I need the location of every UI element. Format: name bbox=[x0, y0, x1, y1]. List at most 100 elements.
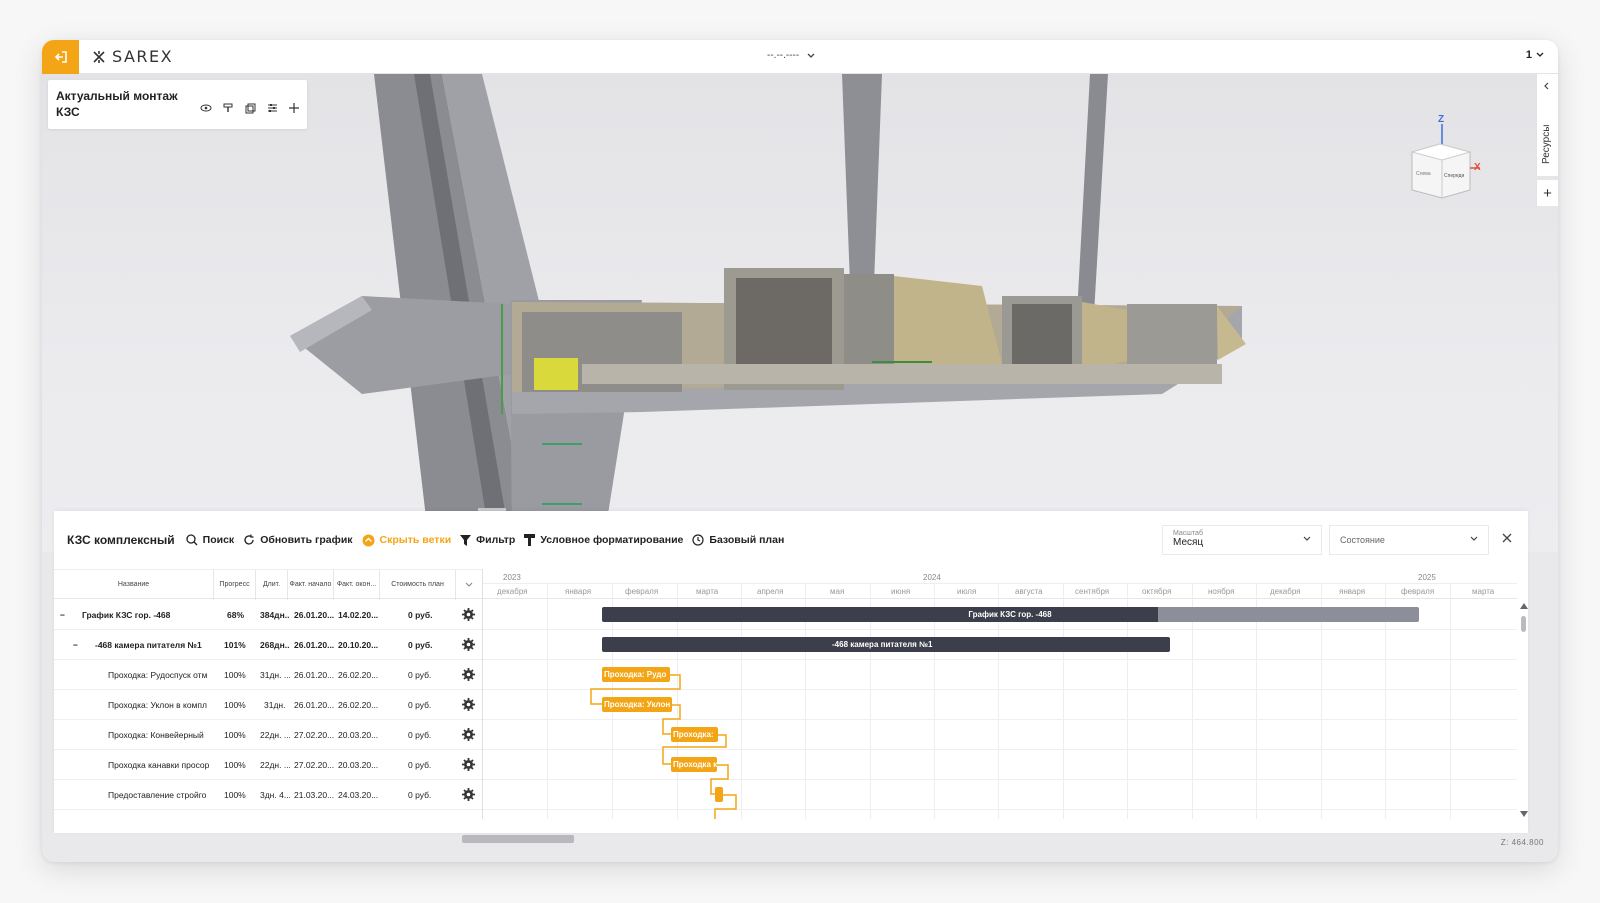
collapse-icon bbox=[362, 534, 375, 546]
top-bar: SAREX --.--.---- 1 bbox=[42, 40, 1558, 74]
resources-panel[interactable]: Ресурсы bbox=[1536, 74, 1558, 176]
gantt-bar-task[interactable]: Проходка: bbox=[671, 727, 718, 742]
paint-roller-icon bbox=[524, 534, 536, 546]
column-cost-plan[interactable]: Стоимость план bbox=[380, 570, 456, 600]
z-coordinate: Z: 464.800 bbox=[1500, 838, 1544, 847]
gantt-chart[interactable]: 2023 2024 2025 декабря января февраля ма… bbox=[482, 569, 1517, 819]
table-row[interactable]: Проходка канавки просор 100% 22дн. ... 2… bbox=[54, 750, 482, 780]
eye-icon[interactable] bbox=[198, 100, 214, 116]
exit-button[interactable] bbox=[42, 40, 79, 74]
row-name: -468 камера питателя №1 bbox=[95, 640, 202, 650]
settings-sliders-icon[interactable] bbox=[264, 100, 280, 116]
gantt-bar-task[interactable]: Проходка к bbox=[671, 757, 717, 772]
row-end: 24.03.20... bbox=[338, 790, 379, 800]
row-start: 27.02.20... bbox=[294, 760, 335, 770]
gear-icon[interactable] bbox=[462, 608, 475, 621]
row-start: 27.02.20... bbox=[294, 730, 335, 740]
filter-button[interactable]: Фильтр bbox=[460, 534, 515, 546]
gantt-bar-summary[interactable]: -468 камера питателя №1 bbox=[602, 637, 1170, 652]
row-cost: 0 руб. bbox=[408, 700, 432, 710]
column-actual-start[interactable]: Факт. начало bbox=[288, 570, 334, 600]
layers-icon[interactable] bbox=[242, 100, 258, 116]
brush-icon[interactable] bbox=[220, 100, 236, 116]
gear-icon[interactable] bbox=[462, 788, 475, 801]
table-row[interactable]: − -468 камера питателя №1 101% 268дн... … bbox=[54, 630, 482, 660]
row-duration: 31дн. bbox=[264, 700, 286, 710]
row-duration: 3дн. 4... bbox=[260, 790, 290, 800]
month-label: апреля bbox=[757, 587, 784, 596]
column-name[interactable]: Название bbox=[54, 570, 214, 600]
hide-branches-button[interactable]: Скрыть ветки bbox=[362, 534, 451, 547]
table-row[interactable]: Предоставление стройго 100% 3дн. 4... 21… bbox=[54, 780, 482, 810]
cube-face-left: Слева bbox=[1416, 171, 1431, 177]
scroll-down-icon[interactable] bbox=[1520, 811, 1528, 817]
row-name: Проходка: Уклон в компл bbox=[108, 700, 207, 710]
page-value: 1 bbox=[1525, 49, 1532, 61]
collapse-toggle[interactable]: − bbox=[60, 600, 70, 630]
horizontal-scrollbar[interactable] bbox=[462, 835, 574, 843]
row-progress: 100% bbox=[224, 790, 246, 800]
conditional-formatting-button[interactable]: Условное форматирование bbox=[524, 534, 683, 546]
search-button[interactable]: Поиск bbox=[186, 534, 234, 546]
gantt-bar-task[interactable]: Проходка: Рудо bbox=[602, 667, 670, 682]
page-selector[interactable]: 1 bbox=[1526, 49, 1544, 61]
3d-model-render[interactable] bbox=[42, 74, 1558, 552]
row-start: 26.01.20... bbox=[294, 640, 335, 650]
logo-icon bbox=[93, 50, 105, 63]
gantt-bar-label: График КЗС гор. -468 bbox=[968, 610, 1052, 619]
gear-icon[interactable] bbox=[462, 668, 475, 681]
table-row[interactable]: Проходка: Уклон в компл 100% 31дн. 26.01… bbox=[54, 690, 482, 720]
gantt-bar-label: Проходка к bbox=[673, 760, 717, 769]
scrollbar-thumb[interactable] bbox=[1521, 616, 1526, 632]
refresh-schedule-button[interactable]: Обновить график bbox=[243, 534, 353, 546]
month-label: октября bbox=[1142, 587, 1172, 596]
row-end: 14.02.20... bbox=[338, 610, 379, 620]
gantt-bar-summary[interactable]: График КЗС гор. -468 bbox=[602, 607, 1158, 622]
gear-icon[interactable] bbox=[462, 698, 475, 711]
close-icon[interactable] bbox=[1502, 533, 1512, 543]
state-select[interactable]: Состояние bbox=[1329, 525, 1489, 555]
table-header: Название Прогресс Длит. Факт. начало Фак… bbox=[54, 569, 482, 600]
row-cost: 0 руб. bbox=[408, 790, 432, 800]
conditional-formatting-label: Условное форматирование bbox=[540, 534, 684, 546]
gantt-bar-task[interactable]: Проходка: Уклон bbox=[602, 697, 672, 712]
table-row[interactable]: Проходка: Рудоспуск отм 100% 31дн. ... 2… bbox=[54, 660, 482, 690]
gear-icon[interactable] bbox=[462, 758, 475, 771]
plus-icon[interactable] bbox=[286, 100, 302, 116]
view-cube[interactable]: Z X Слева Спереди bbox=[1404, 114, 1484, 209]
month-label: марта bbox=[1472, 587, 1495, 596]
column-progress[interactable]: Прогресс bbox=[214, 570, 256, 600]
table-row[interactable]: Проходка: Конвейерный 100% 22дн. ... 27.… bbox=[54, 720, 482, 750]
scale-value: Месяц bbox=[1173, 537, 1204, 548]
gantt-bar-remaining[interactable] bbox=[1155, 607, 1419, 622]
month-label: февраля bbox=[1401, 587, 1435, 596]
row-name: График КЗС гор. -468 bbox=[82, 610, 171, 620]
month-label: марта bbox=[696, 587, 719, 596]
collapse-toggle[interactable]: − bbox=[73, 630, 83, 660]
table-row[interactable]: − График КЗС гор. -468 68% 384дн... 26.0… bbox=[54, 600, 482, 630]
gear-icon[interactable] bbox=[462, 728, 475, 741]
columns-menu[interactable] bbox=[456, 570, 482, 600]
column-duration[interactable]: Длит. bbox=[256, 570, 288, 600]
row-cost: 0 руб. bbox=[408, 610, 433, 620]
scroll-up-icon[interactable] bbox=[1520, 603, 1528, 609]
logo: SAREX bbox=[92, 47, 173, 66]
scale-select[interactable]: Масштаб Месяц bbox=[1162, 525, 1322, 555]
row-end: 20.03.20... bbox=[338, 760, 379, 770]
gantt-bar-label: -468 камера питателя №1 bbox=[832, 640, 933, 649]
baseline-button[interactable]: Базовый план bbox=[692, 534, 784, 546]
chevron-left-icon[interactable] bbox=[1543, 82, 1551, 90]
3d-viewport[interactable]: Актуальный монтаж КЗС Ресурсы + Z X Слев… bbox=[42, 74, 1558, 552]
gear-icon[interactable] bbox=[462, 638, 475, 651]
column-actual-end[interactable]: Факт. окон... bbox=[334, 570, 380, 600]
month-label: ноября bbox=[1208, 587, 1235, 596]
plus-icon: + bbox=[1543, 184, 1552, 202]
add-resource-button[interactable]: + bbox=[1536, 180, 1558, 206]
baseline-label: Базовый план bbox=[709, 534, 785, 546]
gantt-bar-task[interactable] bbox=[715, 787, 723, 802]
model-title: Актуальный монтаж КЗС bbox=[56, 89, 178, 119]
row-progress: 100% bbox=[224, 670, 246, 680]
date-selector[interactable]: --.--.---- bbox=[767, 50, 815, 61]
gantt-bar-label: Проходка: bbox=[673, 730, 714, 739]
vertical-scrollbar[interactable] bbox=[1519, 603, 1528, 817]
